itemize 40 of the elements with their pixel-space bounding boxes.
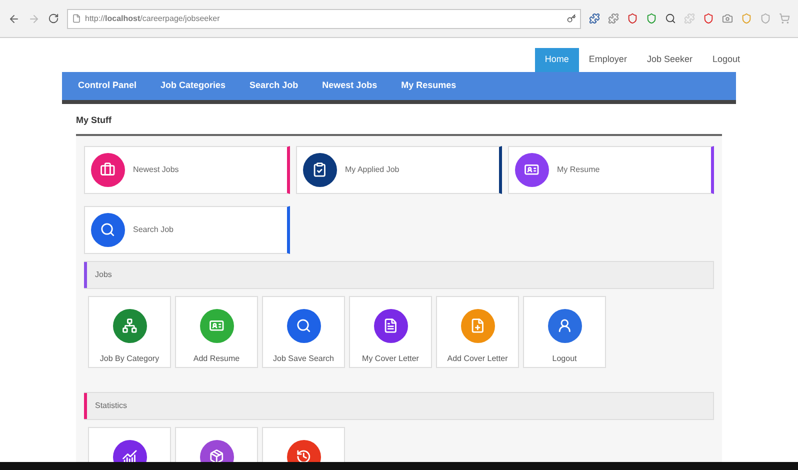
address-field[interactable]: http://localhost/careerpage/jobseeker — [67, 8, 581, 28]
tile-label: Job By Category — [100, 352, 160, 364]
menu-item[interactable]: Control Panel — [78, 79, 137, 93]
nav-link[interactable]: Logout — [702, 48, 750, 72]
card-label: Search Job — [133, 224, 174, 236]
tile[interactable]: Add Cover Letter — [436, 296, 519, 368]
key-icon — [567, 14, 576, 23]
url-text: http://localhost/careerpage/jobseeker — [85, 12, 220, 24]
tile-label: My Cover Letter — [362, 352, 419, 364]
nav-link[interactable]: Job Seeker — [636, 48, 702, 72]
tile[interactable]: Logout — [523, 296, 606, 368]
menu-item[interactable]: Search Job — [250, 79, 298, 93]
reload-icon[interactable] — [48, 13, 59, 24]
nav-link[interactable]: Home — [534, 48, 579, 72]
tile-label: Add Resume — [193, 352, 240, 364]
tile[interactable]: My Cover Letter — [349, 296, 432, 368]
card-label: My Applied Job — [345, 164, 400, 176]
shortcut-card[interactable]: My Resume — [508, 146, 714, 194]
menu-item[interactable]: My Resumes — [401, 79, 456, 93]
tile[interactable]: Job Save Search — [262, 296, 345, 368]
tile[interactable]: Add Resume — [175, 296, 258, 368]
card-label: My Resume — [557, 164, 600, 176]
shortcut-card[interactable]: Newest Jobs — [84, 146, 290, 194]
page-icon — [72, 14, 81, 23]
tile-label: Job Save Search — [273, 352, 334, 364]
tile-label: Logout — [552, 352, 577, 364]
card-label: Newest Jobs — [133, 164, 179, 176]
shortcut-card[interactable]: Search Job — [84, 206, 290, 254]
search-icon[interactable] — [665, 13, 676, 24]
section-title: My Stuff — [76, 114, 112, 127]
tile-label: Add Cover Letter — [447, 352, 508, 364]
camera-icon[interactable] — [722, 13, 733, 24]
tile[interactable]: Job By Category — [88, 296, 171, 368]
menu-item[interactable]: Newest Jobs — [322, 79, 378, 93]
section-title: Jobs — [95, 268, 112, 280]
menu-item[interactable]: Job Categories — [160, 79, 226, 93]
section-title: Statistics — [95, 400, 128, 412]
nav-link[interactable]: Employer — [578, 48, 637, 72]
shortcut-card[interactable]: My Applied Job — [296, 146, 502, 194]
back-icon[interactable] — [8, 12, 20, 24]
